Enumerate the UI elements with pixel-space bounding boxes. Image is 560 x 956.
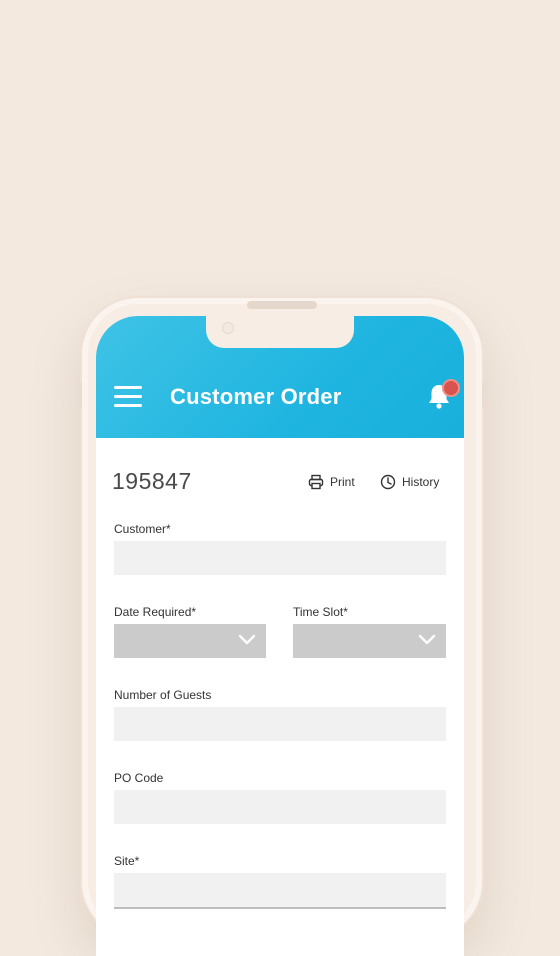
date-required-label: Date Required* <box>114 605 197 619</box>
phone-notch <box>206 316 354 348</box>
print-button[interactable]: Print <box>308 472 355 492</box>
print-label: Print <box>330 475 355 489</box>
phone-screen: Customer Order 195847 Print History Cust… <box>96 316 464 956</box>
clock-icon <box>380 474 396 490</box>
history-button[interactable]: History <box>380 472 439 492</box>
notification-badge <box>442 379 460 397</box>
number-of-guests-input[interactable] <box>114 707 446 741</box>
customer-label: Customer* <box>114 522 171 536</box>
printer-icon <box>308 474 324 490</box>
site-label: Site* <box>114 854 140 868</box>
app-header: Customer Order <box>96 316 464 438</box>
phone-frame: Customer Order 195847 Print History Cust… <box>79 296 485 956</box>
time-slot-select[interactable] <box>293 624 446 658</box>
phone-side-button <box>79 382 82 408</box>
order-number: 195847 <box>112 468 192 494</box>
hamburger-menu-icon[interactable] <box>114 386 142 408</box>
phone-speaker <box>247 301 317 309</box>
time-slot-label: Time Slot* <box>293 605 348 619</box>
site-input[interactable] <box>114 873 446 909</box>
camera <box>222 322 234 334</box>
po-code-label: PO Code <box>114 771 164 785</box>
customer-input[interactable] <box>114 541 446 575</box>
date-required-select[interactable] <box>114 624 266 658</box>
po-code-input[interactable] <box>114 790 446 824</box>
phone-side-button <box>482 382 485 408</box>
history-label: History <box>402 475 440 489</box>
number-of-guests-label: Number of Guests <box>114 688 212 702</box>
page-title: Customer Order <box>170 384 342 409</box>
